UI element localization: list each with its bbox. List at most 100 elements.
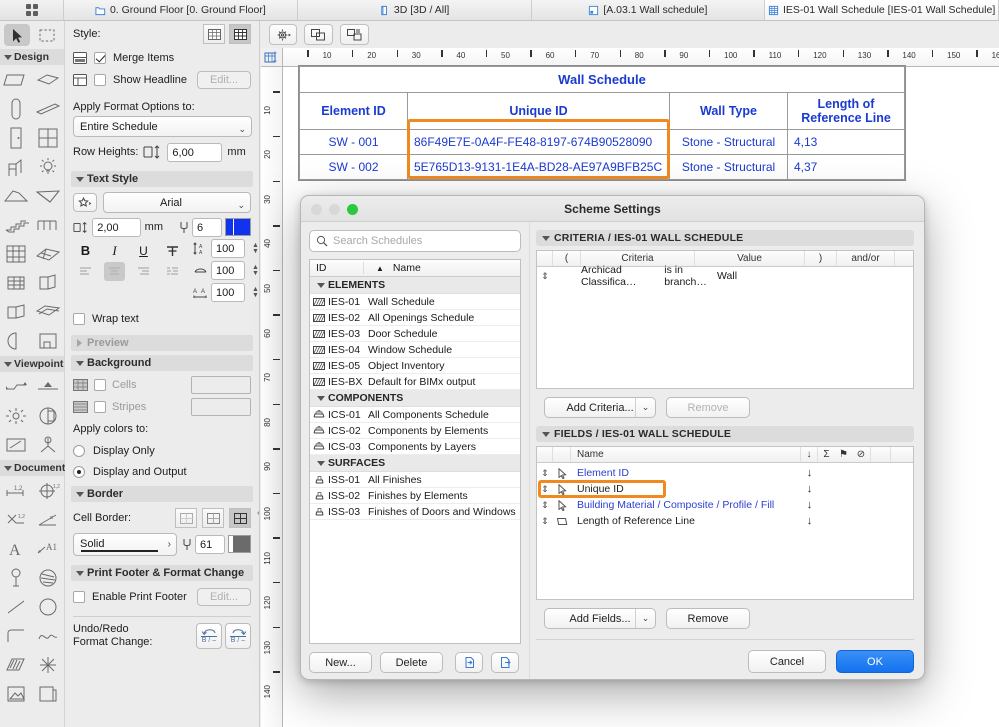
door-tool[interactable] [0, 123, 32, 152]
radial-dimension-tool[interactable]: 1,2 [32, 476, 64, 505]
strikethrough-button[interactable] [162, 241, 183, 260]
vertical-ruler[interactable]: 10 20 30 40 50 60 70 80 90 100 110 120 130 140 [261, 67, 283, 727]
slab-tool[interactable] [32, 65, 64, 94]
add-fields-button[interactable]: Add Fields... ⌄ [544, 608, 656, 630]
fields-col-sum[interactable]: Σ [818, 447, 835, 462]
cells-color-swatch[interactable] [191, 376, 251, 394]
merge-items-row[interactable]: Merge Items [65, 47, 259, 68]
tab-overview-button[interactable] [0, 0, 64, 20]
new-schedule-button[interactable]: New... [309, 652, 372, 673]
enable-print-footer-checkbox[interactable] [73, 591, 85, 603]
cell-length[interactable]: 4,37 [787, 154, 905, 180]
polyline-tool[interactable] [0, 621, 32, 650]
print-footer-section[interactable]: Print Footer & Format Change [71, 565, 253, 581]
tool-group-document[interactable]: Document [0, 460, 65, 476]
circle-tool[interactable] [32, 592, 64, 621]
field-sort-indicator[interactable]: ↓ [801, 483, 818, 495]
pen-color-swatch[interactable] [225, 218, 251, 236]
criteria-col-andor[interactable]: and/or [837, 251, 895, 266]
border-all-button[interactable] [229, 508, 251, 528]
field-sort-indicator[interactable]: ↓ [801, 515, 818, 527]
fields-col-name[interactable]: Name [571, 447, 801, 463]
merge-items-checkbox[interactable] [94, 51, 106, 64]
morph-tool[interactable] [32, 268, 64, 297]
cancel-button[interactable]: Cancel [748, 650, 826, 673]
wrap-text-checkbox[interactable] [73, 313, 85, 325]
apply-format-select[interactable]: Entire Schedule ⌄ [73, 116, 252, 137]
border-pen-input[interactable]: 61 [195, 534, 225, 554]
column-header-unique-id[interactable]: Unique ID [407, 92, 670, 130]
field-sort-indicator[interactable]: ↓ [801, 467, 818, 479]
preview-section[interactable]: Preview [71, 335, 253, 351]
list-item-ies-bx[interactable]: IES-BX Default for BIMx output [310, 374, 520, 390]
row-heights-input[interactable]: 6,00 [167, 142, 223, 162]
tool-group-viewpoint[interactable]: Viewpoint [0, 356, 64, 372]
field-row-element-id[interactable]: ⇕ Element ID ↓ [537, 465, 913, 481]
spline-tool[interactable] [32, 621, 64, 650]
cell-length[interactable]: 4,13 [787, 129, 905, 155]
show-headline-checkbox[interactable] [94, 73, 106, 86]
fields-col-hide[interactable]: ⊘ [852, 447, 871, 463]
headline-edit-button[interactable]: Edit... [197, 70, 251, 89]
detail-tool[interactable] [0, 430, 32, 459]
tab-wall-schedule-layout[interactable]: [A.03.1 Wall schedule] [531, 0, 766, 20]
column-header-element-id[interactable]: Element ID [299, 92, 408, 130]
import-schedule-button[interactable] [455, 652, 483, 673]
show-headline-row[interactable]: Show Headline Edit... [65, 68, 259, 91]
list-group-components[interactable]: COMPONENTS [310, 390, 520, 407]
wrap-text-row[interactable]: Wrap text [65, 307, 259, 331]
level-dimension-tool[interactable]: 1,2 [0, 505, 32, 534]
display-and-output-row[interactable]: Display and Output [65, 461, 259, 482]
list-header-name[interactable]: ▲ Name [364, 262, 520, 274]
arrow-tool-button[interactable] [4, 24, 30, 46]
column-tool[interactable] [0, 94, 32, 123]
field-reorder-handle[interactable]: ⇕ [537, 468, 553, 479]
interior-elevation-tool[interactable] [0, 401, 32, 430]
fields-col-sort[interactable]: ↓ [801, 447, 818, 463]
border-color-swatch[interactable] [228, 535, 251, 553]
list-group-elements[interactable]: ELEMENTS [310, 277, 520, 294]
railing-tool[interactable] [32, 210, 64, 239]
search-input[interactable]: Search Schedules [333, 235, 422, 247]
tab-3d[interactable]: 3D [3D / All] [297, 0, 532, 20]
field-reorder-handle[interactable]: ⇕ [537, 484, 553, 495]
criteria-col-open-paren[interactable]: ( [553, 251, 581, 266]
remove-fields-button[interactable]: Remove [666, 608, 750, 630]
drawing-title-tool[interactable] [0, 563, 32, 592]
stripes-color-swatch[interactable] [191, 398, 251, 416]
marquee-tool-button[interactable] [34, 24, 60, 46]
panel-collapse-handle[interactable] [257, 507, 259, 519]
field-reorder-handle[interactable]: ⇕ [537, 516, 553, 527]
criteria-section-header[interactable]: CRITERIA / IES-01 WALL SCHEDULE [536, 230, 914, 246]
stripes-row[interactable]: Stripes [65, 396, 259, 418]
underline-button[interactable]: U [133, 241, 154, 260]
maximize-icon[interactable] [347, 204, 358, 215]
display-only-row[interactable]: Display Only [65, 440, 259, 461]
table-row[interactable]: SW - 001 86F49E7E-0A4F-FE48-8197-674B905… [299, 129, 905, 155]
text-tool[interactable]: A [0, 534, 32, 563]
list-header-id[interactable]: ID [310, 262, 364, 274]
criteria-name[interactable]: Archicad Classifica… [581, 264, 656, 288]
chevron-down-icon[interactable]: ⌄ [635, 398, 655, 418]
char-spacing-stepper[interactable]: ▲ ▼ [250, 286, 259, 299]
cell-element-id[interactable]: SW - 002 [299, 154, 408, 180]
width-factor-input[interactable]: 100 [211, 261, 245, 280]
lamp-tool[interactable] [32, 152, 64, 181]
skylight-tool[interactable] [0, 297, 32, 326]
cells-row[interactable]: Cells [65, 374, 259, 396]
display-only-radio[interactable] [73, 444, 85, 457]
close-icon[interactable] [311, 204, 322, 215]
align-right-button[interactable] [133, 262, 154, 281]
line-spacing-stepper[interactable]: ▲ ▼ [250, 242, 259, 255]
label-tool[interactable]: A1 [32, 534, 64, 563]
redo-format-button[interactable]: B / – [225, 623, 251, 649]
font-select[interactable]: Arial ⌄ [103, 192, 251, 213]
linear-dimension-tool[interactable]: 1,2 [0, 476, 32, 505]
border-section[interactable]: Border [71, 486, 253, 502]
print-footer-edit-button[interactable]: Edit... [197, 588, 251, 606]
cells-checkbox[interactable] [94, 379, 106, 391]
font-size-input[interactable]: 2,00 [92, 217, 141, 237]
stair-tool[interactable] [0, 210, 32, 239]
char-spacing-input[interactable]: 100 [211, 283, 245, 302]
section-tool[interactable] [0, 372, 32, 401]
